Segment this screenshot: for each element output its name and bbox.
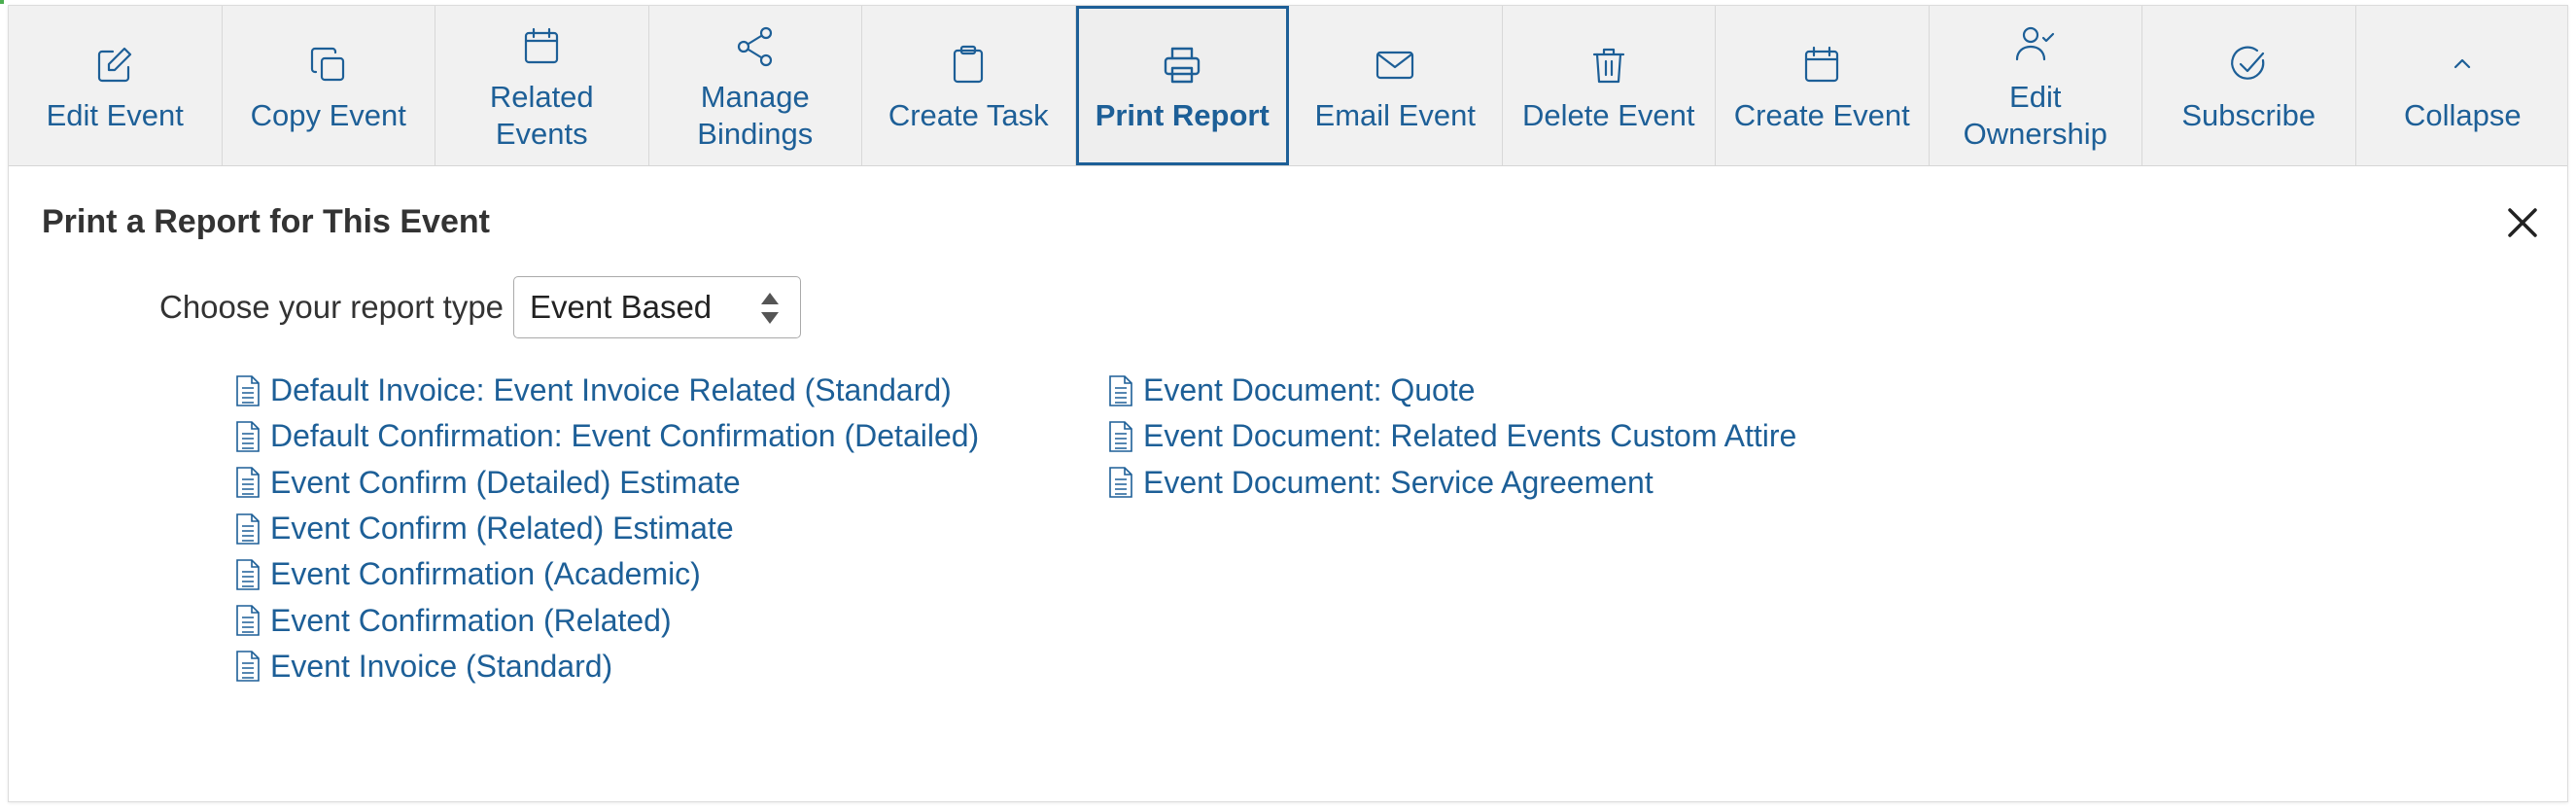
edit-ownership-button[interactable]: Edit Ownership: [1930, 6, 2142, 165]
email-event-label: Email Event: [1314, 98, 1476, 132]
panel-header: Print a Report for This Event: [9, 166, 2567, 260]
edit-event-label: Edit Event: [46, 98, 184, 132]
copy-event-button[interactable]: Copy Event: [223, 6, 435, 165]
document-icon: [233, 420, 262, 453]
related-events-label: Related Events: [489, 80, 594, 151]
subscribe-button[interactable]: Subscribe: [2142, 6, 2356, 165]
edit-icon: [90, 41, 139, 89]
envelope-icon: [1371, 41, 1419, 89]
report-type-row: Choose your report type Event Based: [159, 276, 802, 338]
report-link[interactable]: Event Confirmation (Academic): [233, 551, 979, 597]
create-event-button[interactable]: Create Event: [1716, 6, 1930, 165]
delete-event-button[interactable]: Delete Event: [1503, 6, 1716, 165]
user-check-icon: [2011, 22, 2060, 71]
report-link[interactable]: Event Document: Service Agreement: [1106, 460, 1796, 506]
report-link[interactable]: Event Document: Quote: [1106, 368, 1796, 413]
related-events-button[interactable]: Related Events: [435, 6, 649, 165]
report-list-column-2: Event Document: Quote Event Document: Re…: [1106, 368, 1796, 506]
document-icon: [233, 558, 262, 591]
report-type-label: Choose your report type: [159, 289, 505, 325]
document-icon: [233, 512, 262, 546]
report-link-label: Event Confirm (Detailed) Estimate: [270, 464, 741, 500]
report-link-label: Event Document: Service Agreement: [1143, 464, 1654, 500]
document-icon: [233, 466, 262, 499]
report-link[interactable]: Event Document: Related Events Custom At…: [1106, 413, 1796, 459]
edit-ownership-label: Edit Ownership: [1963, 80, 2107, 151]
document-icon: [1106, 466, 1135, 499]
report-link-label: Default Confirmation: Event Confirmation…: [270, 418, 980, 454]
event-toolbar: Edit Event Copy Event Related Events Man…: [9, 6, 2567, 166]
manage-bindings-button[interactable]: Manage Bindings: [649, 6, 862, 165]
report-link-label: Event Document: Quote: [1143, 372, 1476, 408]
check-circle-icon: [2224, 41, 2273, 89]
subscribe-label: Subscribe: [2181, 98, 2316, 132]
create-event-label: Create Event: [1733, 98, 1910, 132]
print-report-label: Print Report: [1095, 98, 1270, 132]
report-link-label: Event Confirm (Related) Estimate: [270, 511, 734, 547]
printer-icon: [1158, 41, 1206, 89]
report-link[interactable]: Event Confirm (Detailed) Estimate: [233, 460, 979, 506]
document-icon: [1106, 420, 1135, 453]
report-link[interactable]: Event Confirmation (Related): [233, 597, 979, 643]
report-type-value: Event Based: [530, 289, 713, 325]
calendar-icon: [517, 22, 566, 71]
document-icon: [233, 604, 262, 637]
create-task-button[interactable]: Create Task: [862, 6, 1076, 165]
report-link[interactable]: Default Invoice: Event Invoice Related (…: [233, 368, 979, 413]
collapse-label: Collapse: [2403, 98, 2522, 132]
report-link-label: Event Invoice (Standard): [270, 648, 613, 684]
report-link-label: Event Document: Related Events Custom At…: [1143, 418, 1797, 454]
report-link[interactable]: Event Confirm (Related) Estimate: [233, 506, 979, 551]
close-button[interactable]: [2501, 201, 2544, 244]
report-link[interactable]: Default Confirmation: Event Confirmation…: [233, 413, 979, 459]
report-link-label: Event Confirmation (Academic): [270, 556, 701, 592]
corner-marker: [0, 0, 4, 4]
clipboard-icon: [944, 41, 992, 89]
print-report-button[interactable]: Print Report: [1075, 6, 1289, 165]
report-link-label: Event Confirmation (Related): [270, 602, 672, 638]
close-icon: [2508, 208, 2537, 237]
copy-event-label: Copy Event: [250, 98, 406, 132]
report-list-column-1: Default Invoice: Event Invoice Related (…: [233, 368, 979, 689]
document-icon: [1106, 374, 1135, 407]
delete-event-label: Delete Event: [1522, 98, 1695, 132]
report-type-select[interactable]: Event Based: [513, 276, 802, 338]
email-event-button[interactable]: Email Event: [1289, 6, 1503, 165]
document-icon: [233, 650, 262, 683]
document-icon: [233, 374, 262, 407]
copy-icon: [304, 41, 353, 89]
report-link[interactable]: Event Invoice (Standard): [233, 644, 979, 689]
select-arrows-icon: [761, 293, 780, 324]
create-task-label: Create Task: [888, 98, 1049, 132]
collapse-button[interactable]: Collapse: [2356, 6, 2570, 165]
chevron-up-icon: [2438, 41, 2487, 89]
manage-bindings-label: Manage Bindings: [697, 80, 814, 151]
edit-event-button[interactable]: Edit Event: [9, 6, 223, 165]
panel-title: Print a Report for This Event: [42, 203, 490, 240]
share-icon: [731, 22, 780, 71]
trash-icon: [1584, 41, 1633, 89]
report-link-label: Default Invoice: Event Invoice Related (…: [270, 372, 952, 408]
calendar-icon: [1797, 41, 1846, 89]
